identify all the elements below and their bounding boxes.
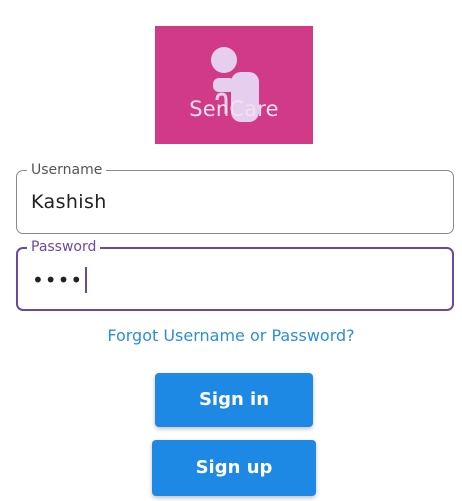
password-masked-value: •••• <box>32 268 84 292</box>
username-label: Username <box>27 161 107 179</box>
elderly-person-with-cane-icon <box>211 47 259 122</box>
username-value[interactable]: Kashish <box>31 191 107 213</box>
text-caret <box>85 267 88 293</box>
app-logo: SenCare <box>155 26 313 144</box>
forgot-credentials-link[interactable]: Forgot Username or Password? <box>0 326 462 345</box>
password-input[interactable]: •••• <box>32 267 88 293</box>
password-field[interactable]: Password •••• <box>16 238 454 311</box>
sign-up-button[interactable]: Sign up <box>152 440 316 496</box>
sign-in-button[interactable]: Sign in <box>155 373 313 427</box>
logo-text: SenCare <box>189 97 279 121</box>
password-label: Password <box>27 238 101 256</box>
username-field[interactable]: Username Kashish <box>16 161 454 234</box>
